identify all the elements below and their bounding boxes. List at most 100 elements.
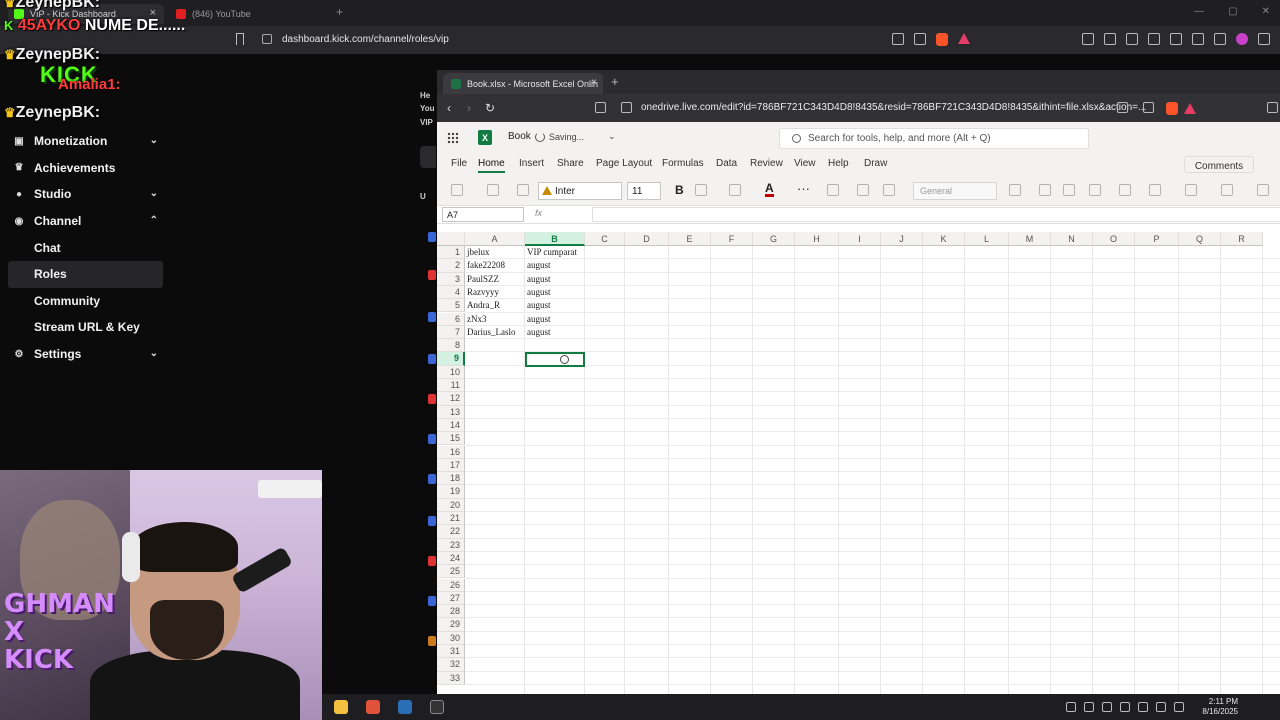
tray-app-icon[interactable] xyxy=(1156,702,1166,712)
column-header-i[interactable]: I xyxy=(839,232,881,246)
fx-icon[interactable]: fx xyxy=(535,208,542,218)
cell-styles-icon[interactable] xyxy=(1149,184,1161,196)
row-header-11[interactable]: 11 xyxy=(437,379,465,393)
number-format-select[interactable]: General xyxy=(913,182,997,200)
bookmark-icon[interactable] xyxy=(236,33,244,45)
row-header-1[interactable]: 1 xyxy=(437,246,465,260)
table-format-icon[interactable] xyxy=(1119,184,1131,196)
chevron-up-icon[interactable]: ⌃ xyxy=(150,215,158,226)
cell-b3[interactable]: august xyxy=(525,273,585,286)
cell-b6[interactable]: august xyxy=(525,313,585,326)
borders-icon[interactable] xyxy=(695,184,707,196)
tab-file[interactable]: File xyxy=(451,158,467,169)
file-explorer-icon[interactable] xyxy=(334,700,348,714)
tab-data[interactable]: Data xyxy=(716,158,737,169)
mute-icon[interactable] xyxy=(892,33,904,45)
extension-icon[interactable] xyxy=(1267,102,1278,113)
column-header-c[interactable]: C xyxy=(585,232,625,246)
merge-icon[interactable] xyxy=(883,184,895,196)
formula-input[interactable] xyxy=(592,207,1280,222)
sidebar-item-channel[interactable]: ◉ Channel ⌃ xyxy=(0,208,170,235)
cell-a5[interactable]: Andra_R xyxy=(465,299,525,312)
extension-icon[interactable] xyxy=(1082,33,1094,45)
chevron-down-icon[interactable]: ⌄ xyxy=(150,188,158,199)
forward-icon[interactable]: › xyxy=(467,101,471,115)
maximize-icon[interactable]: ▢ xyxy=(1228,6,1237,17)
speaker-icon[interactable] xyxy=(1120,702,1130,712)
sidebar-item-settings[interactable]: ⚙ Settings ⌄ xyxy=(0,341,170,368)
address-url[interactable]: dashboard.kick.com/channel/roles/vip xyxy=(282,34,449,45)
no-tracking-icon[interactable] xyxy=(1117,102,1128,113)
cell-a2[interactable]: fake22208 xyxy=(465,259,525,272)
chevron-down-icon[interactable]: ⌄ xyxy=(150,135,158,146)
row-header-26[interactable]: 26 xyxy=(437,578,465,592)
column-header-m[interactable]: M xyxy=(1009,232,1051,246)
chevron-down-icon[interactable]: ⌄ xyxy=(608,131,616,142)
row-header-22[interactable]: 22 xyxy=(437,525,465,539)
row-header-3[interactable]: 3 xyxy=(437,272,465,286)
tab-excel[interactable]: Book.xlsx - Microsoft Excel Onlin × xyxy=(443,73,603,94)
wallet-icon[interactable] xyxy=(1170,33,1182,45)
row-header-31[interactable]: 31 xyxy=(437,645,465,659)
comments-button[interactable]: Comments xyxy=(1184,156,1254,173)
row-header-10[interactable]: 10 xyxy=(437,365,465,379)
format-painter-icon[interactable] xyxy=(517,184,529,196)
column-header-o[interactable]: O xyxy=(1093,232,1135,246)
name-box[interactable]: A7 xyxy=(442,207,524,222)
search-input[interactable]: Search for tools, help, and more (Alt + … xyxy=(779,128,1089,149)
chevron-down-icon[interactable]: ⌄ xyxy=(150,348,158,359)
sidebar-item-achievements[interactable]: ♛ Achievements xyxy=(0,155,170,182)
wrap-text-icon[interactable] xyxy=(857,184,869,196)
cell-a1[interactable]: jbelux xyxy=(465,246,525,259)
row-header-2[interactable]: 2 xyxy=(437,259,465,273)
bold-button[interactable]: B xyxy=(675,183,684,197)
tab-help[interactable]: Help xyxy=(828,158,849,169)
font-size-select[interactable]: 11 xyxy=(627,182,661,200)
sidebar-icon[interactable] xyxy=(1148,33,1160,45)
row-header-25[interactable]: 25 xyxy=(437,565,465,579)
steam-icon[interactable] xyxy=(398,700,412,714)
cell-a3[interactable]: PaulSZZ xyxy=(465,273,525,286)
row-header-6[interactable]: 6 xyxy=(437,312,465,326)
row-header-32[interactable]: 32 xyxy=(437,658,465,672)
row-header-21[interactable]: 21 xyxy=(437,512,465,526)
tray-app-icon[interactable] xyxy=(1084,702,1094,712)
decimal-icon[interactable] xyxy=(1063,184,1075,196)
row-header-27[interactable]: 27 xyxy=(437,591,465,606)
row-header-28[interactable]: 28 xyxy=(437,605,465,619)
row-header-4[interactable]: 4 xyxy=(437,285,465,300)
spreadsheet-grid[interactable]: A B C D E F G H I J K L M N O P Q R 1 2 3 4 5 6 7 8 9 10 11 12 13 14 15 1… xyxy=(437,232,1280,694)
leo-icon[interactable] xyxy=(1192,33,1204,45)
extension-icon[interactable] xyxy=(1104,33,1116,45)
workbook-name[interactable]: Book xyxy=(508,131,531,142)
brave-taskbar-icon[interactable] xyxy=(366,700,380,714)
taskbar-clock[interactable]: 2:11 PM 8/16/2025 xyxy=(1202,697,1238,717)
paste-icon[interactable] xyxy=(487,184,499,196)
row-header-30[interactable]: 30 xyxy=(437,631,465,645)
tab-share[interactable]: Share xyxy=(557,158,584,169)
cell-a6[interactable]: zNx3 xyxy=(465,313,525,326)
sidebar-item-chat[interactable]: Chat xyxy=(0,234,170,261)
vip-search-input[interactable] xyxy=(420,146,436,168)
excel-logo-icon[interactable]: X xyxy=(478,130,492,145)
active-cell[interactable] xyxy=(525,352,585,367)
tab-youtube[interactable]: (846) YouTube xyxy=(170,4,330,24)
row-header-29[interactable]: 29 xyxy=(437,618,465,632)
tab-home[interactable]: Home xyxy=(478,158,505,173)
new-tab-icon[interactable]: + xyxy=(611,74,619,89)
tab-view[interactable]: View xyxy=(794,158,816,169)
music-icon[interactable] xyxy=(1126,33,1138,45)
column-header-n[interactable]: N xyxy=(1051,232,1093,246)
row-header-15[interactable]: 15 xyxy=(437,432,465,446)
row-header-14[interactable]: 14 xyxy=(437,418,465,433)
brave-rewards-icon[interactable] xyxy=(958,33,970,44)
cell-b7[interactable]: august xyxy=(525,326,585,339)
cell-b2[interactable]: august xyxy=(525,259,585,272)
sidebar-item-monetization[interactable]: ▣ Monetization ⌄ xyxy=(0,128,170,155)
row-header-9[interactable]: 9 xyxy=(437,352,465,366)
align-icon[interactable] xyxy=(827,184,839,196)
row-header-24[interactable]: 24 xyxy=(437,551,465,566)
cell-a4[interactable]: Razvyyy xyxy=(465,286,525,299)
sidebar-item-community[interactable]: Community xyxy=(0,288,170,315)
menu-icon[interactable] xyxy=(1258,33,1270,45)
